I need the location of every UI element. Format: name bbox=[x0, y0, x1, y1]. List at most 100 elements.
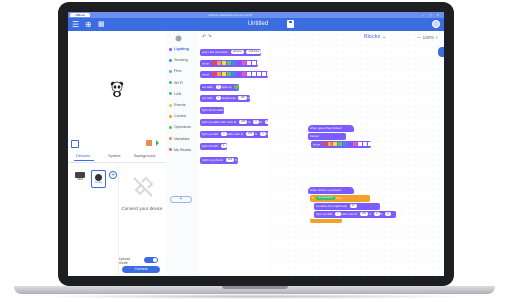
block-input[interactable]: 1 bbox=[221, 144, 227, 149]
side-panel-toggle[interactable] bbox=[438, 47, 444, 57]
zoom-control[interactable]: — 100% + bbox=[417, 34, 438, 41]
save-icon[interactable] bbox=[287, 20, 294, 28]
stage[interactable] bbox=[72, 41, 162, 127]
block-input[interactable]: 10 bbox=[349, 204, 357, 209]
window-controls[interactable]: – ▢ ✕ bbox=[422, 13, 441, 17]
led-swatch[interactable] bbox=[322, 142, 327, 147]
tab-devices[interactable]: Devices bbox=[76, 153, 90, 159]
category-item[interactable]: Variables bbox=[169, 137, 190, 142]
tab-sprites[interactable]: Sprites bbox=[108, 153, 120, 159]
category-item[interactable]: Sensing bbox=[169, 58, 188, 63]
category-item[interactable]: Events bbox=[169, 103, 186, 108]
block-input[interactable]: 0 bbox=[253, 120, 259, 125]
grid-icon[interactable]: ▦ bbox=[98, 20, 105, 29]
panda-sprite-icon[interactable] bbox=[110, 81, 124, 97]
led-swatch[interactable] bbox=[332, 142, 337, 147]
led-swatch[interactable] bbox=[231, 61, 236, 66]
block-input[interactable]: 0 bbox=[374, 212, 380, 217]
led-strip[interactable] bbox=[211, 60, 258, 67]
device-item-selected[interactable]: Codey bbox=[91, 170, 106, 188]
led-swatch[interactable] bbox=[221, 72, 226, 77]
led-swatch[interactable] bbox=[261, 72, 266, 77]
block-play-animation[interactable]: play LED animation rainbow until done bbox=[200, 49, 262, 56]
fullscreen-icon[interactable] bbox=[71, 140, 79, 148]
led-swatch[interactable] bbox=[236, 61, 241, 66]
color-swatch[interactable] bbox=[234, 85, 240, 90]
led-swatch[interactable] bbox=[352, 142, 357, 147]
script-workspace[interactable]: Blocks ⌄ — 100% + when green flag clicke… bbox=[268, 31, 444, 276]
category-item[interactable]: My Blocks bbox=[169, 148, 191, 153]
block-show-after[interactable]: show after rotating 1 secs bbox=[200, 71, 268, 78]
condition-input[interactable]: A is pressed? bbox=[316, 196, 336, 201]
led-swatch[interactable] bbox=[362, 142, 367, 147]
led-swatch[interactable] bbox=[347, 142, 352, 147]
green-flag-icon[interactable] bbox=[156, 140, 159, 146]
category-item[interactable]: Wi-Fi bbox=[169, 81, 183, 86]
category-item[interactable]: Control bbox=[169, 114, 186, 119]
block-led-ring[interactable]: LED ring shows 100 % bbox=[200, 157, 238, 164]
undo-redo-icons[interactable]: ↶ ↷ bbox=[202, 34, 212, 40]
upload-mode-toggle[interactable] bbox=[144, 257, 158, 263]
led-swatch[interactable] bbox=[246, 61, 251, 66]
led-swatch[interactable] bbox=[241, 61, 246, 66]
block-input[interactable]: 255 bbox=[245, 132, 255, 137]
block-set-led[interactable]: set LED 1 light up bbox=[200, 84, 240, 91]
led-swatch[interactable] bbox=[251, 72, 256, 77]
if-block[interactable]: if A is pressed? then bbox=[310, 195, 370, 202]
stop-icon[interactable] bbox=[146, 140, 152, 146]
menu-icon[interactable]: ☰ bbox=[72, 20, 79, 29]
led-swatch[interactable] bbox=[337, 142, 342, 147]
block-input[interactable]: 255 bbox=[359, 212, 369, 217]
forever-block[interactable]: forever bbox=[308, 133, 346, 140]
category-item[interactable]: Operators bbox=[169, 125, 191, 130]
led-swatch[interactable] bbox=[226, 72, 231, 77]
hat-block[interactable]: when green flag clicked bbox=[308, 125, 354, 132]
hat-block[interactable]: when button is pressed bbox=[308, 187, 354, 194]
led-swatch[interactable] bbox=[357, 142, 362, 147]
led-swatch[interactable] bbox=[211, 72, 216, 77]
led-swatch[interactable] bbox=[256, 72, 261, 77]
light-up-led-block[interactable]: light up LED 1 with color R 255 G 0 B 0 bbox=[314, 211, 396, 218]
add-extension-button[interactable]: + bbox=[170, 196, 192, 203]
block-light-off-all[interactable]: light off all LEDs bbox=[200, 107, 224, 114]
brightness-block[interactable]: increase the brightness 10 bbox=[314, 203, 380, 210]
led-swatch[interactable] bbox=[367, 142, 371, 147]
led-strip[interactable] bbox=[322, 141, 371, 148]
connect-button[interactable]: Connect bbox=[122, 266, 160, 273]
block-input[interactable]: 100 bbox=[238, 96, 247, 101]
block-input[interactable]: 1 bbox=[215, 85, 221, 90]
category-item[interactable]: Lighting bbox=[169, 47, 189, 52]
led-swatch[interactable] bbox=[221, 61, 226, 66]
browser-tab[interactable]: mBlock bbox=[70, 13, 90, 17]
project-title[interactable]: Untitled bbox=[228, 21, 288, 28]
workspace-title[interactable]: Blocks ⌄ bbox=[364, 34, 386, 41]
block-input[interactable]: 255 bbox=[239, 120, 248, 125]
led-strip[interactable] bbox=[211, 71, 268, 78]
led-swatch[interactable] bbox=[251, 61, 256, 66]
category-item[interactable]: Pins bbox=[169, 69, 181, 74]
block-input[interactable]: 100 bbox=[225, 158, 235, 163]
led-swatch[interactable] bbox=[236, 72, 241, 77]
block-input[interactable]: 0 bbox=[385, 212, 391, 217]
block-show[interactable]: show bbox=[200, 60, 258, 67]
led-swatch[interactable] bbox=[246, 72, 251, 77]
block-input[interactable]: rainbow bbox=[230, 50, 244, 55]
led-swatch[interactable] bbox=[216, 61, 221, 66]
led-swatch[interactable] bbox=[256, 61, 258, 66]
add-device-button[interactable]: + bbox=[109, 171, 117, 179]
block-input[interactable]: 1 bbox=[215, 96, 221, 101]
block-input[interactable]: 1 bbox=[221, 132, 227, 137]
category-item[interactable]: LAN bbox=[169, 92, 181, 97]
block-light-up-leds[interactable]: light up LEDs with color R 255 G 0 B 0 bbox=[200, 119, 270, 126]
avatar[interactable] bbox=[432, 20, 440, 28]
block-light-off-led[interactable]: light off LED 1 bbox=[200, 143, 227, 150]
led-swatch[interactable] bbox=[342, 142, 347, 147]
tab-background[interactable]: Background bbox=[134, 153, 155, 159]
browser-url[interactable]: mblock.makeblock.com/en-us/v5/ bbox=[208, 13, 252, 17]
block-set-brightness[interactable]: set LED 1 brightness 100 % bbox=[200, 95, 251, 102]
led-swatch[interactable] bbox=[231, 72, 236, 77]
led-swatch[interactable] bbox=[226, 61, 231, 66]
block-input[interactable]: 0 bbox=[260, 132, 266, 137]
block-input[interactable]: 1 bbox=[335, 212, 341, 217]
globe-icon[interactable]: ⊕ bbox=[85, 20, 92, 29]
